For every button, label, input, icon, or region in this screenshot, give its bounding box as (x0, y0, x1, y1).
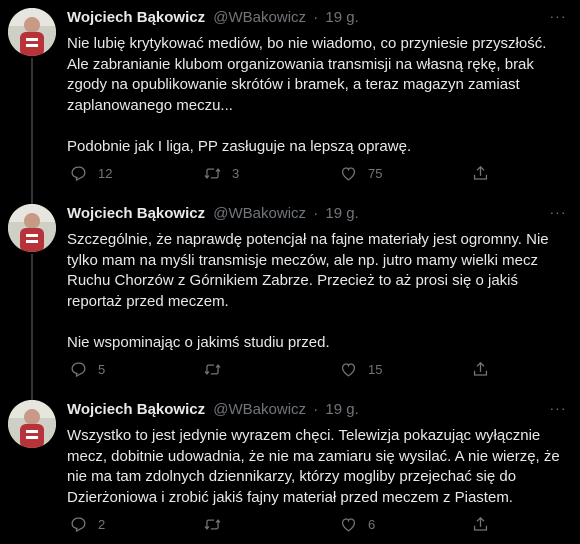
like-count: 15 (368, 361, 383, 377)
timestamp[interactable]: 19 g. (325, 401, 358, 418)
tweet-header: Wojciech Bąkowicz @WBakowicz · 19 g. (67, 8, 568, 28)
timestamp[interactable]: 19 g. (325, 205, 358, 222)
heart-icon (341, 517, 356, 532)
separator-dot: · (313, 205, 319, 222)
heart-icon (341, 166, 356, 181)
author-handle[interactable]: @WBakowicz (213, 9, 306, 26)
tweet-actions: 5 15 (67, 359, 497, 379)
reply-icon (71, 166, 86, 181)
reply-button[interactable]: 12 (69, 163, 112, 183)
tweet-content: Wojciech Bąkowicz @WBakowicz · 19 g. ···… (67, 204, 568, 377)
share-button[interactable] (471, 163, 490, 183)
author-handle[interactable]: @WBakowicz (213, 205, 306, 222)
avatar-photo (8, 400, 56, 448)
reply-icon (71, 362, 86, 377)
like-button[interactable]: 75 (339, 163, 382, 183)
tweet[interactable]: Wojciech Bąkowicz @WBakowicz · 19 g. ···… (0, 198, 580, 400)
reply-button[interactable]: 5 (69, 359, 105, 379)
avatar-photo (8, 8, 56, 56)
tweet-header: Wojciech Bąkowicz @WBakowicz · 19 g. (67, 204, 568, 224)
share-icon (473, 165, 488, 180)
thread-line (31, 254, 33, 400)
tweet[interactable]: Wojciech Bąkowicz @WBakowicz · 19 g. ···… (0, 394, 580, 544)
retweet-icon (204, 167, 221, 179)
avatar[interactable] (8, 400, 56, 448)
reply-count: 12 (98, 165, 113, 181)
reply-icon (71, 517, 86, 532)
tweet-text: Wszystko to jest jedynie wyrazem chęci. … (67, 427, 560, 506)
retweet-button[interactable]: 3 (203, 163, 239, 183)
share-icon (473, 361, 488, 376)
like-count: 6 (368, 516, 376, 532)
tweet-actions: 2 6 (67, 514, 497, 534)
heart-icon (341, 362, 356, 377)
tweet[interactable]: Wojciech Bąkowicz @WBakowicz · 19 g. ···… (0, 8, 580, 204)
author-name[interactable]: Wojciech Bąkowicz (67, 9, 205, 26)
like-count: 75 (368, 165, 383, 181)
author-name[interactable]: Wojciech Bąkowicz (67, 401, 205, 418)
tweet-content: Wojciech Bąkowicz @WBakowicz · 19 g. ···… (67, 400, 568, 532)
timeline: Wojciech Bąkowicz @WBakowicz · 19 g. ···… (0, 0, 580, 544)
reply-button[interactable]: 2 (69, 514, 105, 534)
share-button[interactable] (471, 359, 490, 379)
timestamp[interactable]: 19 g. (325, 9, 358, 26)
retweet-button[interactable] (203, 359, 232, 379)
more-icon[interactable]: ··· (548, 401, 568, 418)
separator-dot: · (313, 401, 319, 418)
thread-line (31, 58, 33, 204)
reply-count: 2 (98, 516, 106, 532)
avatar[interactable] (8, 8, 56, 56)
tweet-text: Szczególnie, że naprawdę potencjał na fa… (67, 231, 549, 351)
more-icon[interactable]: ··· (548, 205, 568, 222)
avatar[interactable] (8, 204, 56, 252)
separator-dot: · (313, 9, 319, 26)
avatar-photo (8, 204, 56, 252)
reply-count: 5 (98, 361, 106, 377)
like-button[interactable]: 15 (339, 359, 382, 379)
retweet-count: 3 (232, 165, 240, 181)
author-name[interactable]: Wojciech Bąkowicz (67, 205, 205, 222)
like-button[interactable]: 6 (339, 514, 375, 534)
share-icon (473, 516, 488, 531)
more-icon[interactable]: ··· (548, 9, 568, 26)
tweet-actions: 12 3 75 (67, 163, 497, 183)
retweet-icon (204, 518, 221, 530)
share-button[interactable] (471, 514, 490, 534)
tweet-header: Wojciech Bąkowicz @WBakowicz · 19 g. (67, 400, 568, 420)
retweet-icon (204, 363, 221, 375)
tweet-text: Nie lubię krytykować mediów, bo nie wiad… (67, 35, 547, 155)
retweet-button[interactable] (203, 514, 232, 534)
author-handle[interactable]: @WBakowicz (213, 401, 306, 418)
tweet-content: Wojciech Bąkowicz @WBakowicz · 19 g. ···… (67, 8, 568, 181)
